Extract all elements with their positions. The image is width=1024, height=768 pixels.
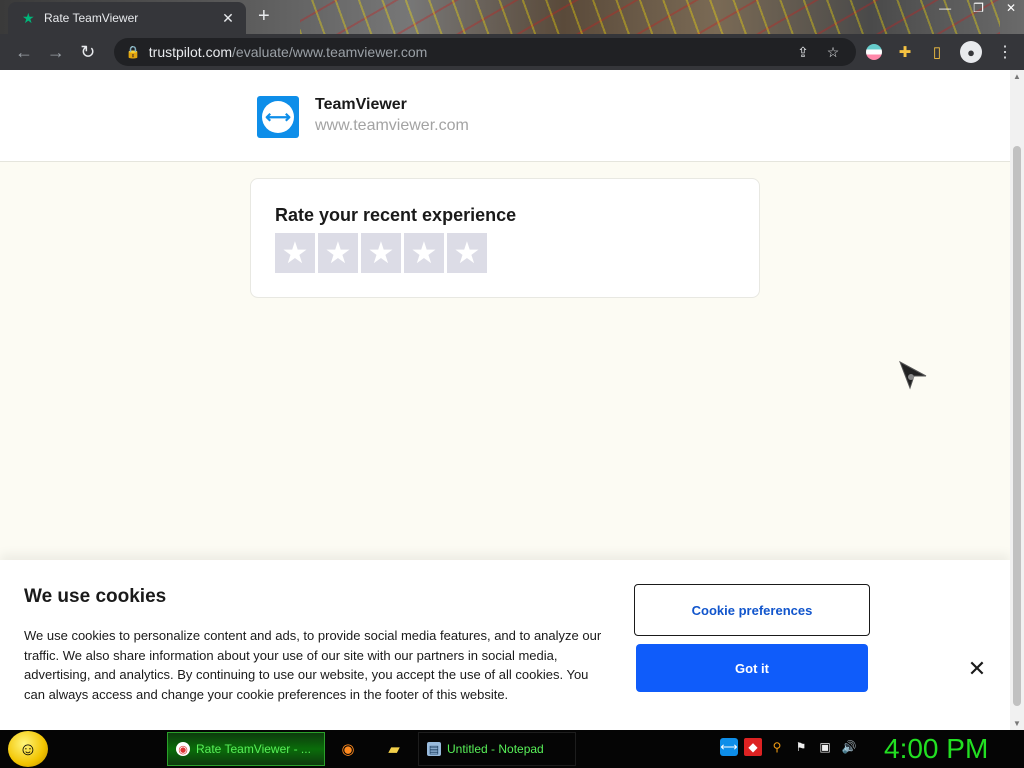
menu-kebab-icon[interactable]: ⋮ [996,43,1014,61]
page-viewport: ⟷ TeamViewer www.teamviewer.com Rate you… [0,70,1024,730]
extension-flag-icon[interactable] [866,44,883,60]
search-tray-icon[interactable]: ⚲ [768,738,786,756]
browser-toolbar: ← → ↻ 🔒 trustpilot.com/evaluate/www.team… [0,34,1024,70]
bookmark-star-icon[interactable]: ☆ [822,44,844,61]
page-scrollbar[interactable]: ▲ ▼ [1010,70,1024,730]
scroll-down-icon[interactable]: ▼ [1013,719,1021,728]
flag-tray-icon[interactable]: ⚑ [792,738,810,756]
minimize-icon[interactable]: — [939,1,951,15]
company-header: ⟷ TeamViewer www.teamviewer.com [0,70,1010,162]
recorder-tray-icon[interactable]: ◆ [744,738,762,756]
back-arrow-icon[interactable]: ← [10,38,38,66]
window-titlebar: ★ Rate TeamViewer ✕ + — ❐ ✕ [0,0,1024,34]
system-tray: ⟷ ◆ ⚲ ⚑ ▣ 🔊 [720,738,858,756]
star-4-button[interactable]: ★ [404,233,444,273]
url-path: /evaluate/www.teamviewer.com [232,44,428,60]
cookie-title: We use cookies [24,586,167,607]
forward-arrow-icon[interactable]: → [42,38,70,66]
close-banner-icon[interactable]: ✕ [966,658,988,680]
tab-title: Rate TeamViewer [44,11,139,25]
star-3-button[interactable]: ★ [361,233,401,273]
url-text[interactable]: trustpilot.com/evaluate/www.teamviewer.c… [149,44,784,60]
close-window-icon[interactable]: ✕ [1006,1,1016,15]
scrollbar-thumb[interactable] [1013,146,1021,706]
star-rating-selector: ★ ★ ★ ★ ★ [275,233,487,273]
reload-icon[interactable]: ↻ [74,38,102,66]
star-1-button[interactable]: ★ [275,233,315,273]
profile-avatar-icon[interactable]: ● [960,41,983,63]
company-name: TeamViewer [315,96,407,113]
window-controls: — ❐ ✕ [939,0,1016,16]
cookie-preferences-button[interactable]: Cookie preferences [634,584,870,636]
accept-cookies-button[interactable]: Got it [636,644,868,692]
folder-icon[interactable]: ▰ [384,739,404,759]
side-panel-icon[interactable]: ▯ [928,43,946,61]
toolbar-extensions: ✚ ▯ ● ⋮ [866,41,1014,63]
start-smiley-icon[interactable]: ☺ [8,731,48,767]
address-bar[interactable]: 🔒 trustpilot.com/evaluate/www.teamviewer… [113,38,857,66]
taskbar-item-notepad[interactable]: ▤ Untitled - Notepad [418,732,576,766]
lock-icon: 🔒 [125,45,141,59]
teamviewer-logo: ⟷ [257,96,299,138]
taskbar-item-chrome[interactable]: ◉ Rate TeamViewer - ... [167,732,325,766]
cookie-description: We use cookies to personalize content an… [24,628,602,702]
extensions-puzzle-icon[interactable]: ✚ [896,43,914,61]
rating-card: Rate your recent experience ★ ★ ★ ★ ★ [250,178,760,298]
volume-icon[interactable]: 🔊 [840,738,858,756]
scroll-up-icon[interactable]: ▲ [1013,72,1021,81]
notepad-icon: ▤ [427,742,441,756]
teamviewer-arrows-icon: ⟷ [262,101,294,133]
browser-tab-active[interactable]: ★ Rate TeamViewer ✕ [8,2,246,34]
taskbar-item-label: Untitled - Notepad [447,742,544,756]
url-host: trustpilot.com [148,44,233,60]
taskbar-item-label: Rate TeamViewer - ... [196,742,311,756]
firefox-icon[interactable]: ◉ [338,739,358,759]
cookie-consent-banner: We use cookies We use cookies to persona… [0,560,1010,730]
restore-icon[interactable]: ❐ [973,1,984,15]
star-2-button[interactable]: ★ [318,233,358,273]
mouse-cursor-icon [899,360,927,390]
teamviewer-tray-icon[interactable]: ⟷ [720,738,738,756]
new-tab-button[interactable]: + [258,6,270,26]
share-icon[interactable]: ⇪ [792,44,814,61]
trustpilot-star-icon: ★ [22,10,35,26]
rating-title: Rate your recent experience [275,205,517,225]
company-website[interactable]: www.teamviewer.com [315,117,469,135]
taskbar-clock[interactable]: 4:00 PM [884,733,988,765]
wallpaper-decoration [300,0,1000,34]
tab-close-icon[interactable]: ✕ [220,10,236,27]
chrome-icon: ◉ [176,742,190,756]
network-tray-icon[interactable]: ▣ [816,738,834,756]
star-5-button[interactable]: ★ [447,233,487,273]
os-taskbar: ☺ ◉ Rate TeamViewer - ... ◉ ▰ ▤ Untitled… [0,730,1024,768]
